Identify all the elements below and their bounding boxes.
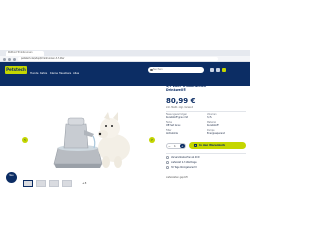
product-title: 3,7 Liter Trinkbrunnen Drinkwell® xyxy=(166,84,246,93)
spec-value: Kunststoff grau mit xyxy=(166,116,188,119)
gallery-thumbnail[interactable] xyxy=(36,180,46,187)
gallery-thumbnail[interactable] xyxy=(62,180,72,187)
nav-item-hunde[interactable]: Hunde xyxy=(30,72,38,76)
check-icon xyxy=(166,156,169,159)
check-icon xyxy=(166,161,169,164)
gallery-thumbnail[interactable] xyxy=(49,180,59,187)
spec-value: Off-Set Grau xyxy=(166,124,181,127)
product-image xyxy=(53,112,130,168)
product-price: 80,99 € xyxy=(166,97,196,105)
cart-icon xyxy=(194,144,197,147)
product-title-line: Drinkwell® xyxy=(166,88,187,93)
search-placeholder: Suchen xyxy=(153,68,163,71)
delivery-info: Lieferzeit 2-3 Werktage xyxy=(171,160,197,164)
spec-value: 3,7L xyxy=(207,116,212,119)
divider xyxy=(166,111,246,112)
check-icon xyxy=(166,166,169,169)
divider xyxy=(166,153,246,154)
nav-item-katze[interactable]: Katze xyxy=(40,72,47,76)
account-icon[interactable] xyxy=(210,68,214,72)
spec-value: Energiesparend xyxy=(207,132,226,135)
quantity-value: 1 xyxy=(174,144,176,148)
site-logo-text: Petstech xyxy=(6,67,26,72)
browser-tab-title: Petfood Trinkbrunnen xyxy=(8,51,33,54)
gallery-prev-button[interactable]: ‹ xyxy=(22,137,28,143)
delivery-info: 30 Tage Rückgaberecht xyxy=(171,165,197,169)
spec-value: Kunststoff xyxy=(207,124,219,127)
add-to-cart-label: In den Warenkorb xyxy=(199,144,226,147)
nav-item-kleine-haustiere[interactable]: Kleine Haustiere xyxy=(50,72,71,76)
delivery-info: Versandkostenfrei ab 49 € xyxy=(171,155,200,159)
footnote: Lieferzeiten geprüft xyxy=(166,176,188,179)
forward-icon[interactable] xyxy=(8,57,11,61)
vat-note: inkl. MwSt. zzgl. Versand xyxy=(166,106,194,109)
wishlist-icon[interactable] xyxy=(216,68,220,72)
screenshot: Petfood Trinkbrunnen petstech.de/shop/tr… xyxy=(0,0,250,250)
quantity-increase-button[interactable]: + xyxy=(180,143,185,149)
cart-icon[interactable] xyxy=(222,68,226,72)
nav-item-alles[interactable]: Alles xyxy=(73,72,79,76)
spec-value: Aktivkohle xyxy=(166,132,178,135)
more-thumbnails-label[interactable]: +3 xyxy=(82,180,86,187)
gallery-next-button[interactable]: › xyxy=(149,137,155,143)
back-icon[interactable] xyxy=(3,57,6,61)
reload-icon[interactable] xyxy=(13,57,16,61)
gallery-thumbnail[interactable] xyxy=(23,180,33,187)
address-bar-url: petstech.de/shop/trinkbrunnen-3-7-liter xyxy=(21,57,65,60)
quantity-decrease-button[interactable]: − xyxy=(168,143,171,149)
new-badge-label: Neu xyxy=(9,174,14,177)
